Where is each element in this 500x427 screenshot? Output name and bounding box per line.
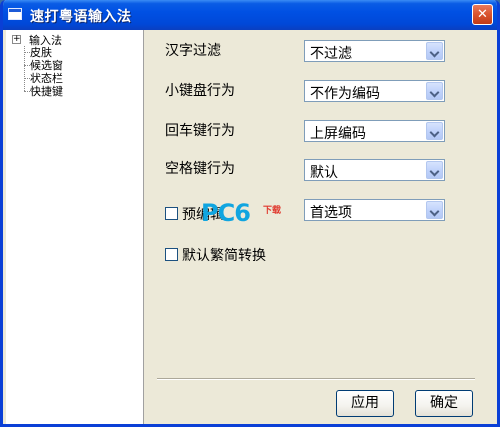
trad-simp-checkbox[interactable] [165, 248, 178, 261]
hanzi-filter-select[interactable]: 不过滤 [304, 40, 445, 62]
button-separator [157, 378, 475, 380]
app-window-icon [8, 8, 22, 20]
watermark-sub: 下载 [263, 206, 282, 216]
settings-window: 速打粤语输入法 ✕ + 输入法 皮肤 候选窗 状态栏 快捷键 汉字过滤 不过滤 … [0, 0, 500, 427]
trad-simp-label: 默认繁简转换 [182, 248, 266, 264]
pc6-watermark: PC6 下载 [201, 199, 281, 227]
apply-button[interactable]: 应用 [336, 390, 394, 417]
tree-item-hotkeys[interactable]: 快捷键 [30, 85, 63, 98]
preedit-select[interactable]: 首选项 [304, 199, 445, 221]
close-button[interactable]: ✕ [472, 4, 493, 25]
window-title: 速打粤语输入法 [30, 9, 132, 25]
enter-behavior-select[interactable]: 上屏编码 [304, 120, 445, 142]
chevron-down-icon[interactable] [426, 42, 443, 60]
tree-item-candidate-window[interactable]: 候选窗 [30, 59, 63, 72]
keypad-behavior-value: 不作为编码 [310, 86, 380, 102]
keypad-behavior-label: 小键盘行为 [165, 83, 235, 99]
tree-item-status-bar[interactable]: 状态栏 [30, 72, 63, 85]
space-behavior-select[interactable]: 默认 [304, 159, 445, 181]
hanzi-filter-value: 不过滤 [310, 46, 352, 62]
ok-button[interactable]: 确定 [415, 390, 473, 417]
watermark-text: PC6 [201, 199, 251, 227]
chevron-down-icon[interactable] [426, 201, 443, 219]
preedit-checkbox[interactable] [165, 207, 178, 220]
title-bar[interactable]: 速打粤语输入法 ✕ [3, 0, 497, 30]
chevron-down-icon[interactable] [426, 161, 443, 179]
settings-tree: + 输入法 皮肤 候选窗 状态栏 快捷键 [6, 30, 144, 424]
close-icon: ✕ [477, 7, 488, 22]
keypad-behavior-select[interactable]: 不作为编码 [304, 80, 445, 102]
space-behavior-label: 空格键行为 [165, 161, 235, 177]
space-behavior-value: 默认 [310, 165, 338, 181]
chevron-down-icon[interactable] [426, 82, 443, 100]
preedit-value: 首选项 [310, 205, 352, 221]
enter-behavior-value: 上屏编码 [310, 126, 366, 142]
chevron-down-icon[interactable] [426, 122, 443, 140]
enter-behavior-label: 回车键行为 [165, 123, 235, 139]
expand-plus-icon[interactable]: + [12, 35, 21, 44]
hanzi-filter-label: 汉字过滤 [165, 43, 221, 59]
tree-item-skin[interactable]: 皮肤 [30, 46, 52, 59]
